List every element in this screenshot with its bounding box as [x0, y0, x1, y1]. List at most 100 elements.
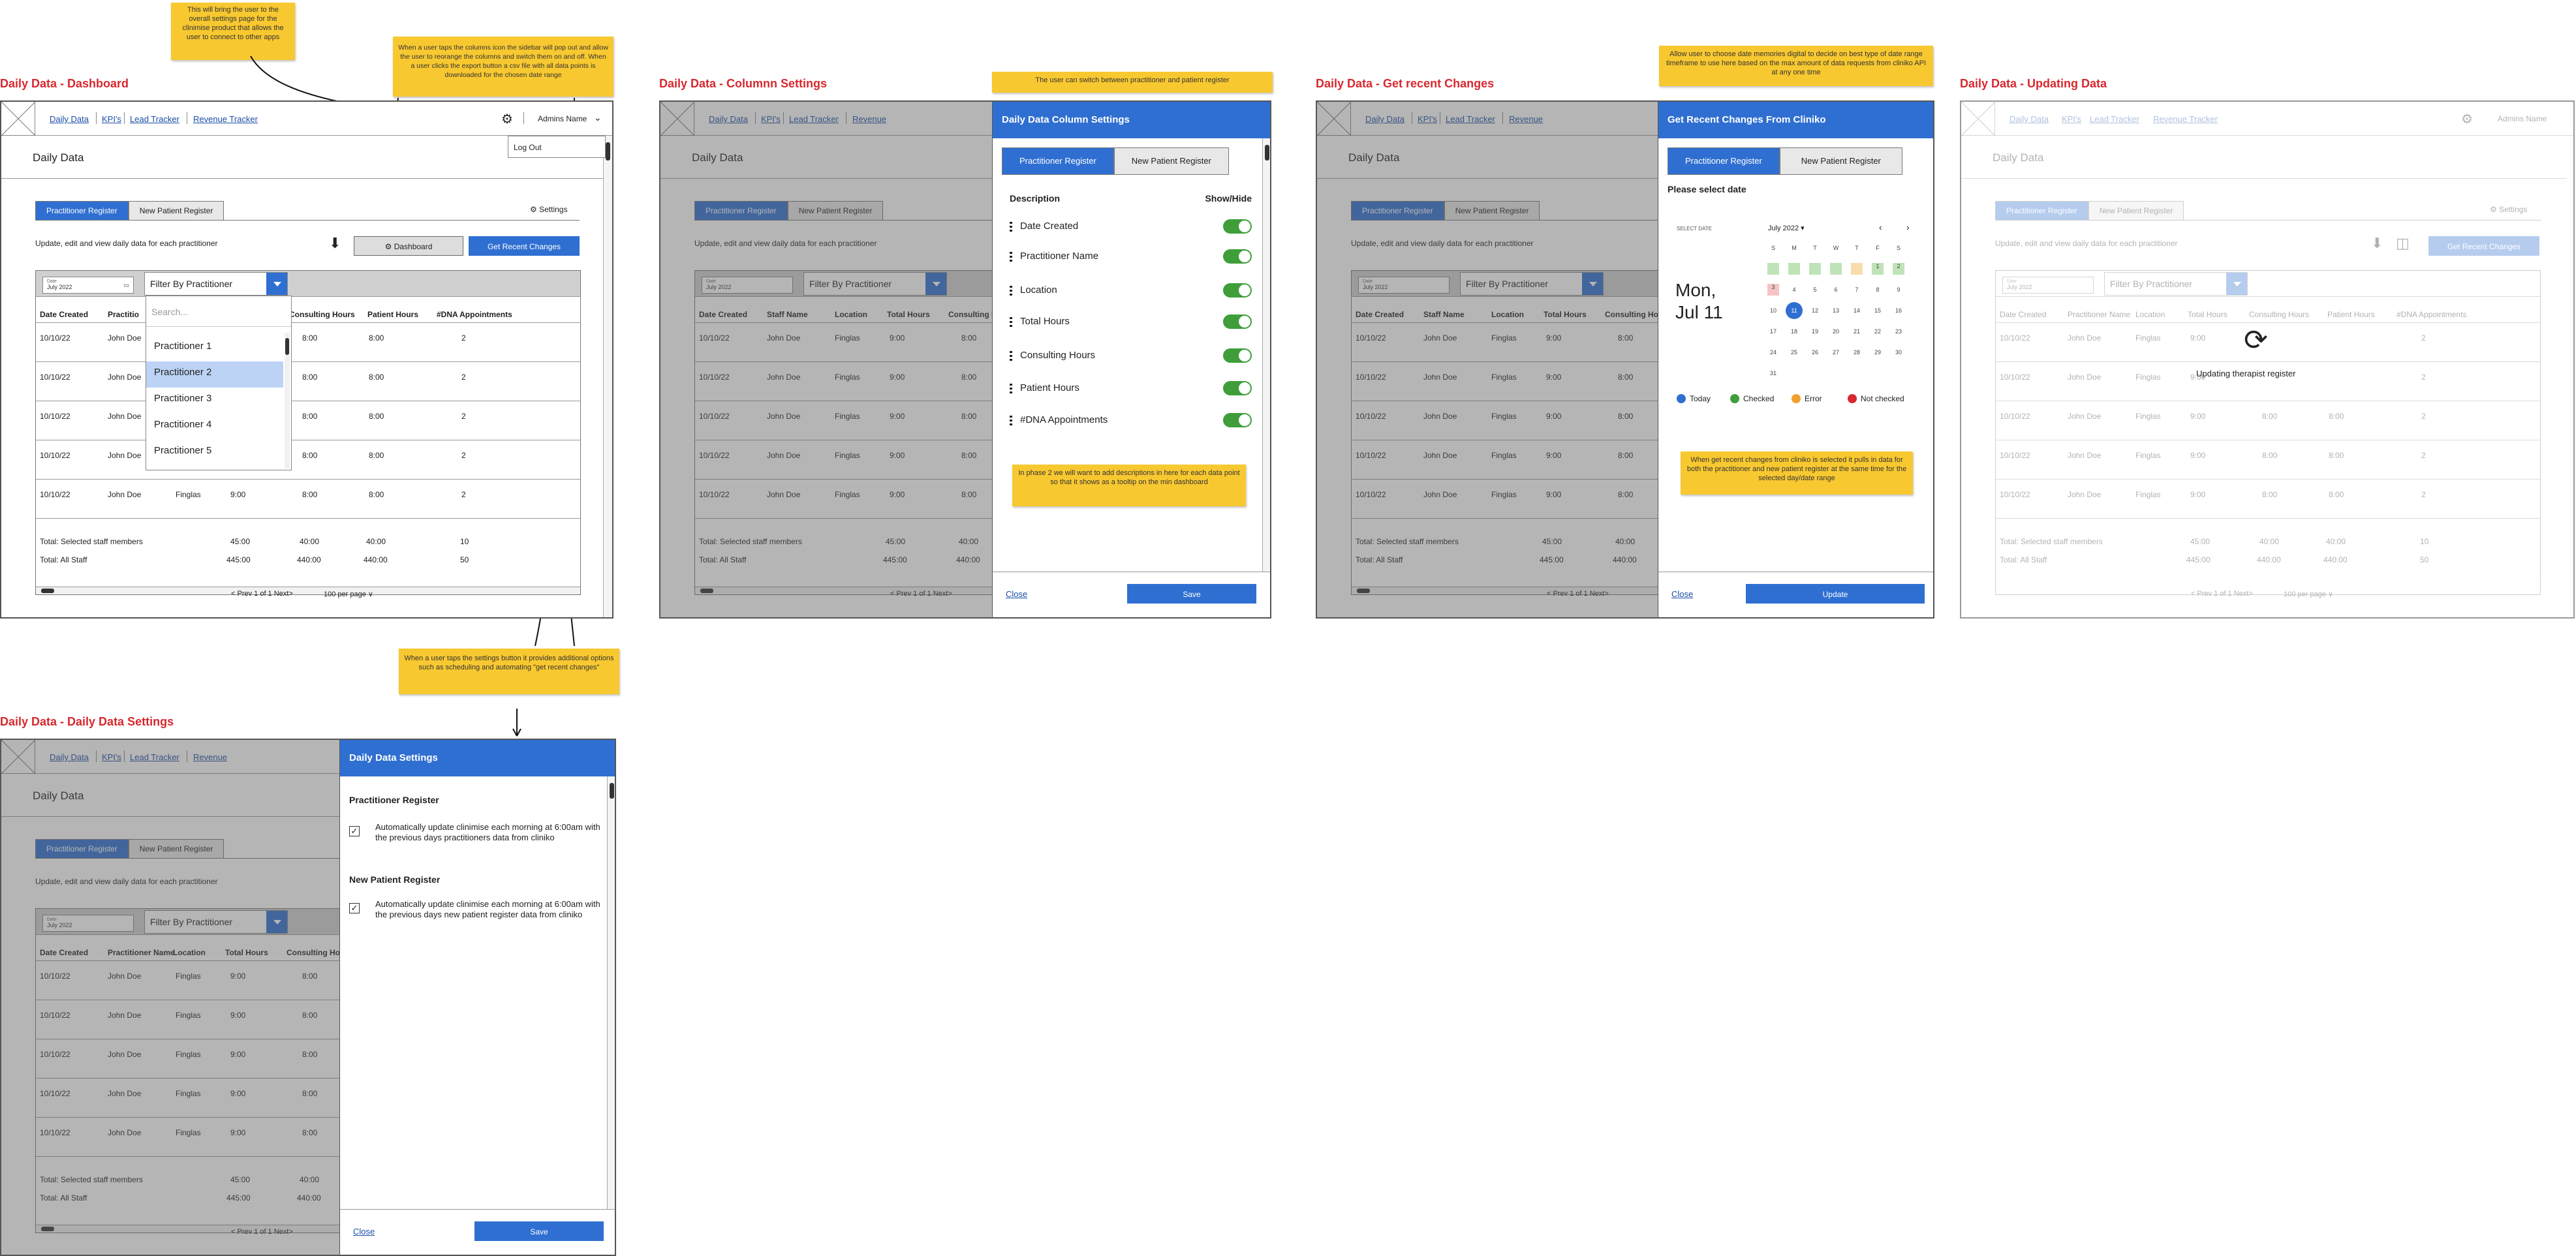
tab-new-patient-register[interactable]: New Patient Register	[2088, 201, 2184, 221]
download-icon[interactable]: ⬇	[2371, 235, 2383, 252]
nav-kpis[interactable]: KPI's	[2062, 114, 2081, 124]
nav-revenue-tracker[interactable]: Revenue Tracker	[2153, 114, 2218, 124]
calendar-day[interactable]: 26	[1805, 342, 1825, 363]
horizontal-scrollbar[interactable]	[36, 587, 580, 594]
close-link[interactable]: Close	[353, 1227, 375, 1236]
col-consulting-hours[interactable]: Consulting Hours	[289, 310, 355, 319]
calendar-day[interactable]: 2	[1893, 263, 1904, 275]
dropdown-item[interactable]: Practitioner 5	[146, 440, 283, 466]
download-icon[interactable]: ⬇	[329, 235, 341, 252]
close-link[interactable]: Close	[1671, 589, 1693, 599]
admin-name[interactable]: Admins Name	[2498, 114, 2547, 123]
calendar-day[interactable]: 14	[1846, 300, 1867, 321]
calendar-day[interactable]: 13	[1825, 300, 1846, 321]
toggle-switch[interactable]	[1223, 314, 1252, 329]
nav-lead-tracker[interactable]: Lead Tracker	[2090, 114, 2139, 124]
calendar-day[interactable]: 18	[1784, 321, 1805, 342]
calendar-day[interactable]: 9	[1888, 279, 1909, 300]
toggle-switch[interactable]	[1223, 283, 1252, 298]
nav-revenue-tracker[interactable]: Revenue Tracker	[193, 114, 258, 124]
col-date-created[interactable]: Date Created	[40, 310, 88, 319]
table-row[interactable]: 10/10/22 John Doe 8:00 8:00 2	[36, 440, 580, 480]
toggle-switch[interactable]	[1223, 219, 1252, 234]
chevron-left-icon[interactable]: ‹	[1879, 222, 1882, 232]
nav-daily-data[interactable]: Daily Data	[50, 114, 89, 124]
columns-icon[interactable]: ◫	[2396, 235, 2410, 252]
panel-scrollbar[interactable]	[607, 776, 615, 1209]
calendar-day[interactable]: 1	[1872, 263, 1884, 275]
calendar-day[interactable]: 17	[1763, 321, 1784, 342]
gear-icon[interactable]: ⚙	[2461, 111, 2473, 127]
pagination[interactable]: < Prev 1 of 1 Next>	[2191, 590, 2253, 598]
dropdown-item[interactable]: Practitioner 4	[146, 414, 283, 440]
pagination[interactable]: < Prev 1 of 1 Next>	[231, 590, 293, 598]
practitioner-filter[interactable]: Filter By Practitioner	[144, 272, 288, 296]
calendar-day[interactable]: 19	[1805, 321, 1825, 342]
auto-update-practitioner-checkbox[interactable]: ✓	[349, 826, 360, 836]
calendar-day[interactable]: 16	[1888, 300, 1909, 321]
dashboard-button[interactable]: ⚙ Dashboard	[354, 236, 463, 256]
update-button[interactable]: Update	[1746, 584, 1925, 604]
dropdown-search[interactable]: Search...	[151, 307, 188, 317]
panel-scrollbar[interactable]	[1262, 138, 1270, 572]
calendar-day[interactable]: 8	[1867, 279, 1888, 300]
toggle-switch[interactable]	[1223, 249, 1252, 264]
get-recent-changes-button[interactable]: Get Recent Changes	[2429, 236, 2539, 256]
table-row[interactable]: 10/10/22 John Doe 8:00 8:00 2	[36, 323, 580, 362]
column-item[interactable]: Practitioner Name	[1010, 247, 1252, 273]
table-row[interactable]: 10/10/22 John Doe 8:00 8:00 2	[36, 401, 580, 440]
calendar-day[interactable]: 25	[1784, 342, 1805, 363]
tab-new-patient-register[interactable]: New Patient Register	[1779, 147, 1902, 175]
calendar-day[interactable]: 30	[1888, 342, 1909, 363]
dropdown-scrollbar[interactable]	[285, 333, 290, 468]
toggle-switch[interactable]	[1223, 381, 1252, 395]
admin-name[interactable]: Admins Name	[538, 114, 587, 123]
nav-daily-data[interactable]: Daily Data	[2010, 114, 2049, 124]
calendar-day[interactable]: 24	[1763, 342, 1784, 363]
calendar-day[interactable]: 23	[1888, 321, 1909, 342]
calendar-day[interactable]: 4	[1784, 279, 1805, 300]
col-practitioner-short[interactable]: Practitio	[108, 310, 139, 319]
close-link[interactable]: Close	[1006, 589, 1027, 599]
column-item[interactable]: Patient Hours	[1010, 378, 1252, 405]
calendar-day[interactable]: 6	[1825, 279, 1846, 300]
nav-kpis[interactable]: KPI's	[102, 114, 121, 124]
column-item[interactable]: Total Hours	[1010, 312, 1252, 338]
calendar-day[interactable]: 7	[1846, 279, 1867, 300]
calendar-day[interactable]: 27	[1825, 342, 1846, 363]
col-patient-hours[interactable]: Patient Hours	[367, 310, 418, 319]
calendar-day[interactable]: 12	[1805, 300, 1825, 321]
calendar-day[interactable]: 15	[1867, 300, 1888, 321]
tab-new-patient-register[interactable]: New Patient Register	[1113, 147, 1229, 175]
table-row[interactable]: 10/10/22 John Doe Finglas 9:00 8:00 8:00 2	[36, 480, 580, 519]
per-page-select[interactable]: 100 per page ∨	[2284, 590, 2333, 598]
calendar-day-selected[interactable]: 11	[1786, 302, 1803, 319]
dropdown-item-selected[interactable]: Practitioner 2	[146, 361, 283, 388]
calendar-day[interactable]: 20	[1825, 321, 1846, 342]
chevron-down-icon[interactable]: ⌄	[594, 112, 602, 123]
toggle-switch[interactable]	[1223, 413, 1252, 427]
tab-practitioner-register[interactable]: Practitioner Register	[35, 201, 129, 221]
save-button[interactable]: Save	[1127, 584, 1256, 604]
tab-practitioner-register[interactable]: Practitioner Register	[1668, 147, 1780, 175]
dropdown-caret-icon[interactable]	[266, 273, 287, 295]
per-page-select[interactable]: 100 per page ∨	[324, 590, 373, 598]
column-item[interactable]: Consulting Hours	[1010, 346, 1252, 372]
get-recent-changes-button[interactable]: Get Recent Changes	[469, 236, 580, 256]
calendar-day[interactable]: 29	[1867, 342, 1888, 363]
calendar-day[interactable]: 28	[1846, 342, 1867, 363]
save-button[interactable]: Save	[474, 1221, 604, 1241]
tab-new-patient-register[interactable]: New Patient Register	[128, 201, 225, 221]
calendar-day[interactable]: 3	[1767, 284, 1779, 296]
calendar-day[interactable]: 21	[1846, 321, 1867, 342]
toggle-switch[interactable]	[1223, 348, 1252, 363]
calendar-day[interactable]: 5	[1805, 279, 1825, 300]
logout-item[interactable]: Log Out	[514, 143, 542, 152]
nav-lead-tracker[interactable]: Lead Tracker	[130, 114, 179, 124]
tab-practitioner-register[interactable]: Practitioner Register	[1002, 147, 1114, 175]
gear-icon[interactable]: ⚙	[501, 111, 513, 127]
column-item[interactable]: Location	[1010, 281, 1252, 307]
dropdown-item[interactable]: Practitioner 3	[146, 388, 283, 414]
calendar-day[interactable]: 22	[1867, 321, 1888, 342]
auto-update-patient-checkbox[interactable]: ✓	[349, 903, 360, 913]
